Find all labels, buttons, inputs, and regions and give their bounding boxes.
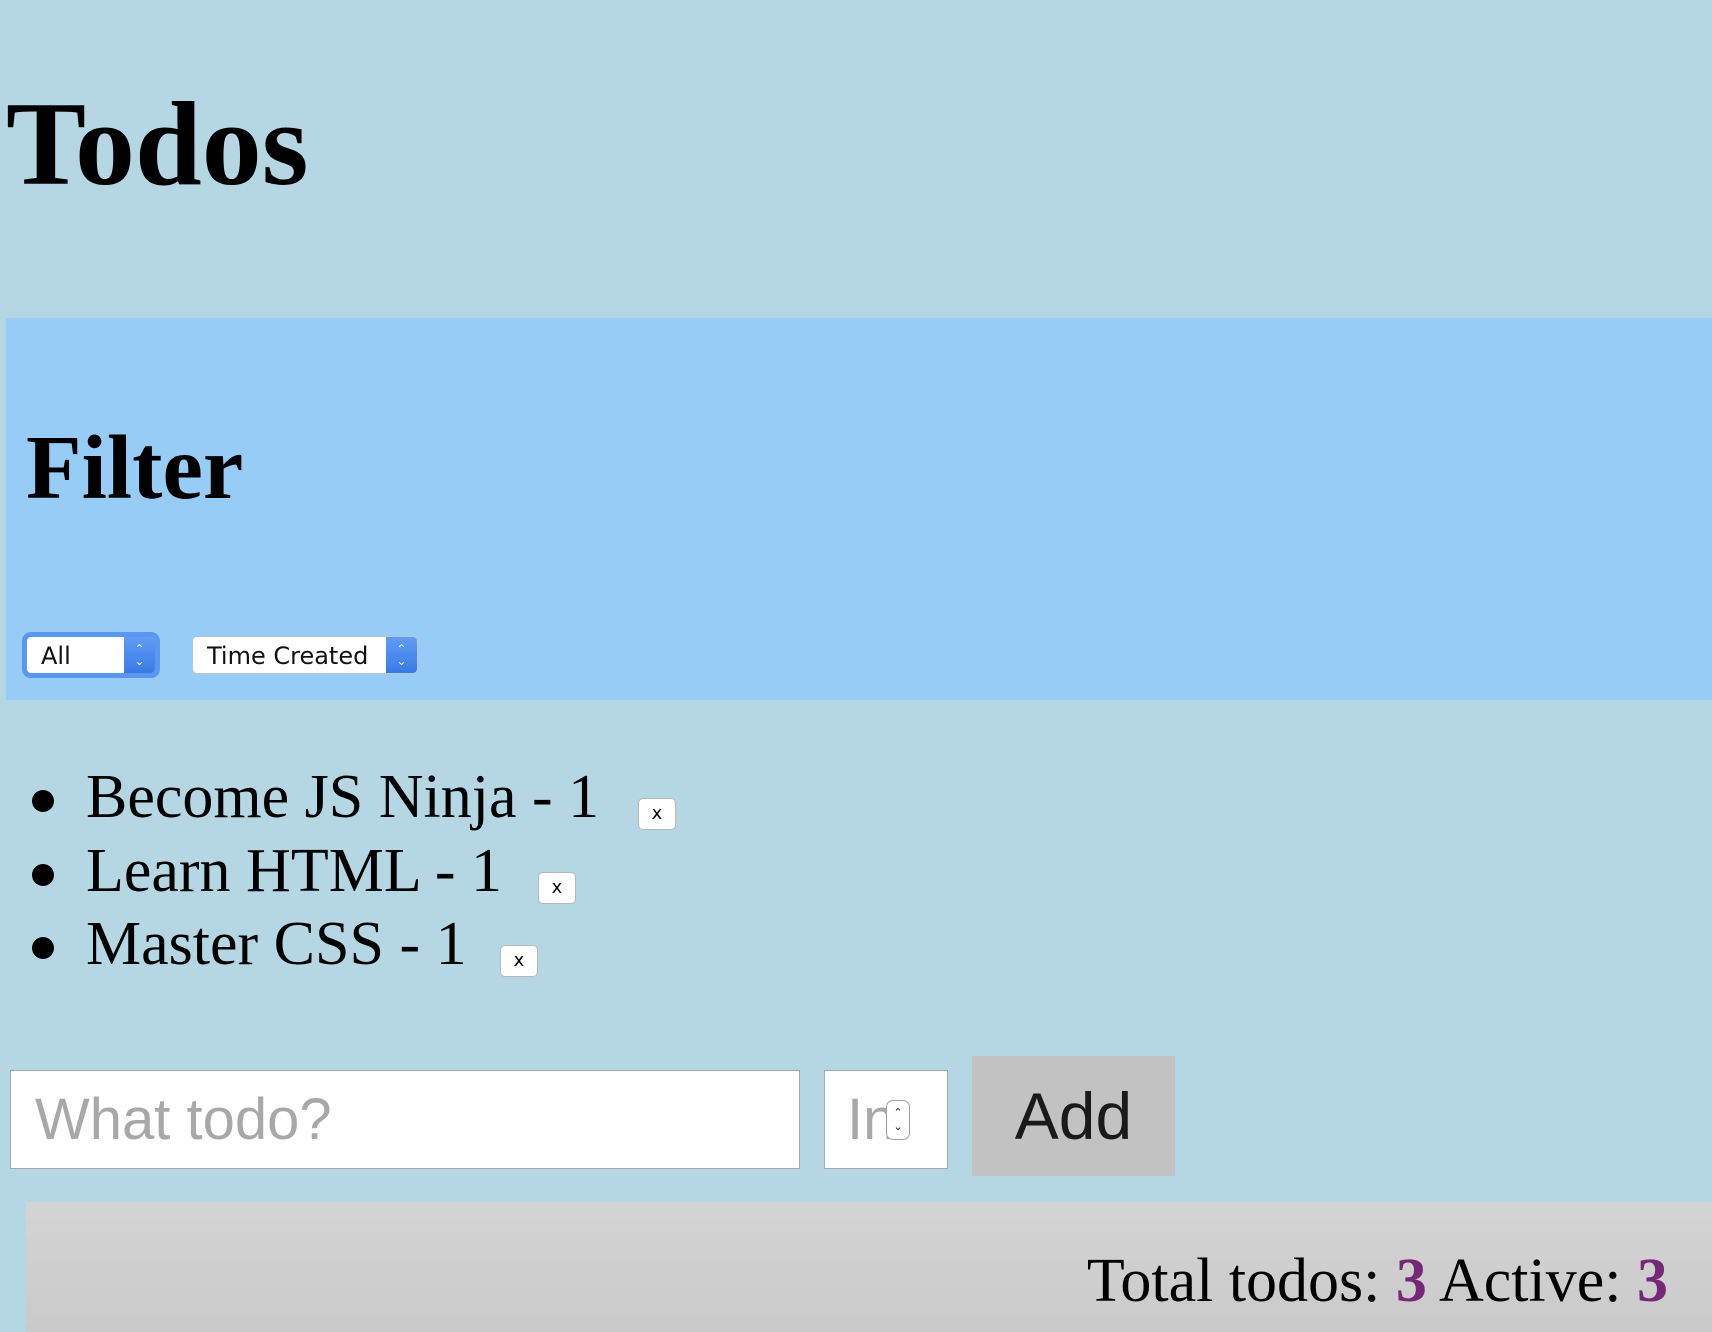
filter-heading: Filter: [26, 417, 244, 518]
status-filter-value: All: [41, 642, 71, 670]
bullet-icon: [32, 790, 54, 812]
number-stepper-icon[interactable]: ⌃ ⌄: [886, 1100, 910, 1140]
select-stepper-icon: ⌃ ⌄: [124, 637, 155, 673]
todo-text: Master CSS - 1: [86, 910, 467, 978]
total-label: Total todos:: [1086, 1247, 1381, 1315]
active-label: Active:: [1439, 1247, 1622, 1315]
page-title: Todos: [6, 77, 309, 210]
footer-stats-bar: Total todos: 3 Active: 3: [26, 1202, 1712, 1332]
delete-todo-button[interactable]: x: [538, 872, 576, 904]
active-count: 3: [1637, 1247, 1668, 1315]
add-button[interactable]: Add: [972, 1056, 1175, 1176]
sort-select[interactable]: Time Created ⌃ ⌄: [192, 636, 418, 674]
delete-todo-button[interactable]: x: [500, 945, 538, 977]
select-stepper-icon: ⌃ ⌄: [386, 637, 417, 673]
bullet-icon: [32, 937, 54, 959]
todo-text-input[interactable]: What todo?: [10, 1070, 800, 1169]
sort-value: Time Created: [207, 642, 369, 670]
total-count: 3: [1395, 1247, 1427, 1315]
bullet-icon: [32, 864, 54, 886]
todo-text: Learn HTML - 1: [86, 837, 503, 905]
filter-panel: Filter All ⌃ ⌄ Time Created ⌃ ⌄: [6, 318, 1712, 700]
status-filter-select[interactable]: All ⌃ ⌄: [26, 636, 156, 674]
priority-placeholder: Insert priority: [847, 1087, 891, 1152]
todo-text: Become JS Ninja - 1: [86, 763, 600, 831]
delete-todo-button[interactable]: x: [638, 798, 676, 830]
todo-stats: Total todos: 3 Active: 3: [1087, 1244, 1668, 1318]
priority-input[interactable]: Insert priority ⌃⌄: [824, 1070, 948, 1169]
